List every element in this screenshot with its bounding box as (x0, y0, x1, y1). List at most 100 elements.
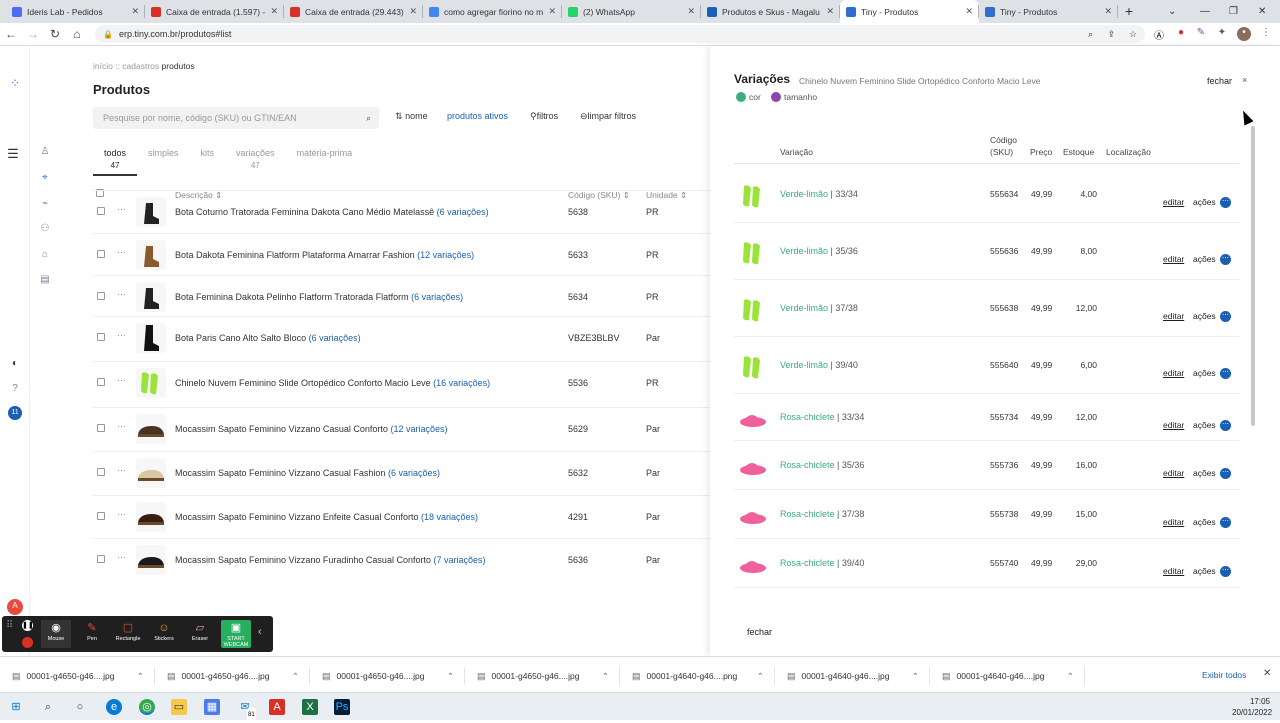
download-item[interactable]: ▤ 00001-g4650-g46....jpg ⌃ (465, 667, 620, 685)
download-item[interactable]: ▤ 00001-g4650-g46....jpg ⌃ (155, 667, 310, 685)
download-item[interactable]: ▤ 00001-g4650-g46....jpg ⌃ (0, 667, 155, 685)
row-menu-icon[interactable]: ⋯ (117, 247, 126, 258)
profile-avatar-icon[interactable]: • (1237, 27, 1251, 41)
product-name[interactable]: Bota Dakota Feminina Flatform Plataforma… (175, 250, 474, 260)
home-icon[interactable]: ⌂ (66, 27, 88, 41)
clear-filters-button[interactable]: ⊖limpar filtros (580, 111, 636, 122)
tab-variações[interactable]: variações 47 (225, 148, 286, 170)
row-menu-icon[interactable]: ⋯ (117, 289, 126, 300)
chevron-up-icon[interactable]: ⌃ (447, 671, 454, 682)
tab-close-icon[interactable]: ✕ (1104, 6, 1112, 17)
drag-handle-icon[interactable]: ⠿ (6, 620, 13, 631)
breadcrumb-inicio[interactable]: início (93, 61, 113, 71)
product-name[interactable]: Mocassim Sapato Feminino Vizzano Furadin… (175, 555, 486, 565)
actions-more-icon[interactable]: ⋯ (1220, 368, 1231, 379)
product-name[interactable]: Bota Feminina Dakota Pelinho Flatform Tr… (175, 292, 463, 302)
document-icon[interactable]: ▤ (38, 274, 52, 288)
recorder-tool-eraser[interactable]: ▱ Eraser (185, 620, 215, 648)
browser-tab[interactable]: Ideris Lab - Pedidos ✕ (6, 0, 145, 23)
close-window-icon[interactable]: ✕ (1258, 0, 1266, 23)
product-name[interactable]: Bota Paris Cano Alto Salto Bloco (6 vari… (175, 333, 361, 343)
tab-close-icon[interactable]: ✕ (270, 6, 278, 17)
chevron-up-icon[interactable]: ⌃ (1067, 671, 1074, 682)
new-tab-button[interactable]: + (1118, 0, 1140, 23)
minimize-icon[interactable]: — (1200, 0, 1210, 23)
actions-more-icon[interactable]: ⋯ (1220, 254, 1231, 265)
collapse-toolbar-icon[interactable]: ‹ (258, 626, 262, 638)
chevron-up-icon[interactable]: ⌃ (602, 671, 609, 682)
pdf-reader-icon[interactable]: A (269, 699, 285, 715)
tab-close-icon[interactable]: ✕ (409, 6, 417, 17)
row-menu-icon[interactable]: ⋯ (117, 375, 126, 386)
photoshop-icon[interactable]: Ps (334, 699, 350, 715)
edit-link[interactable]: editar (1163, 420, 1184, 430)
variations-link[interactable]: (6 variações) (411, 292, 463, 302)
actions-more-icon[interactable]: ⋯ (1220, 311, 1231, 322)
actions-label[interactable]: ações (1193, 420, 1216, 430)
product-row[interactable]: ⋯ Bota Feminina Dakota Pelinho Flatform T… (93, 275, 710, 317)
extension-a-icon[interactable]: Ⓐ (1152, 27, 1166, 42)
browser-tab[interactable]: Caixa de entrada (29.443) ✕ (284, 0, 423, 23)
edge-icon[interactable]: e (106, 699, 122, 715)
close-icon[interactable]: × (1242, 75, 1247, 85)
chrome-icon[interactable]: ◎ (139, 699, 155, 715)
variations-link[interactable]: (6 variações) (388, 468, 440, 478)
product-name[interactable]: Mocassim Sapato Feminino Vizzano Casual … (175, 424, 447, 434)
contrast-icon[interactable]: ◐ (8, 358, 22, 372)
tab-matéria-prima[interactable]: matéria-prima (286, 148, 364, 170)
edit-link[interactable]: editar (1163, 368, 1184, 378)
product-row[interactable]: ⋯ Mocassim Sapato Feminino Vizzano Furadi… (93, 538, 710, 580)
reload-icon[interactable]: ↻ (44, 27, 66, 41)
variation-name[interactable]: Rosa-chiclete | 39/40 (780, 558, 864, 568)
stop-record-icon[interactable] (22, 637, 33, 648)
download-item[interactable]: ▤ 00001-g4650-g46....jpg ⌃ (310, 667, 465, 685)
row-checkbox[interactable] (97, 424, 105, 432)
apps-grid-icon[interactable]: ⁘ (8, 76, 22, 90)
product-name[interactable]: Bota Coturno Tratorada Feminina Dakota C… (175, 207, 489, 217)
product-row[interactable]: ⋯ Mocassim Sapato Feminino Vizzano Casual… (93, 451, 710, 493)
edit-link[interactable]: editar (1163, 566, 1184, 576)
taskbar-search-icon[interactable]: ⌕ (40, 699, 56, 715)
row-checkbox[interactable] (97, 512, 105, 520)
actions-more-icon[interactable]: ⋯ (1220, 468, 1231, 479)
tab-kits[interactable]: kits (190, 148, 226, 170)
breadcrumb-cadastros[interactable]: cadastros (122, 61, 159, 71)
actions-label[interactable]: ações (1193, 311, 1216, 321)
chevron-up-icon[interactable]: ⌃ (757, 671, 764, 682)
sort-button[interactable]: ⇅ nome (395, 111, 428, 122)
variation-name[interactable]: Rosa-chiclete | 35/36 (780, 460, 864, 470)
browser-tab[interactable]: como agregar fiorino no m ✕ (423, 0, 562, 23)
actions-more-icon[interactable]: ⋯ (1220, 420, 1231, 431)
store-icon[interactable]: ⌂ (38, 249, 52, 263)
browser-tab[interactable]: Produtos e Skus - Magalu ✕ (701, 0, 840, 23)
product-row[interactable]: ⋯ Mocassim Sapato Feminino Vizzano Enfeit… (93, 495, 710, 537)
tab-close-icon[interactable]: ✕ (687, 6, 695, 17)
edit-link[interactable]: editar (1163, 468, 1184, 478)
forward-icon[interactable]: → (22, 27, 44, 41)
edit-link[interactable]: editar (1163, 197, 1184, 207)
recorder-tool-start-webcam[interactable]: ▣ START WEBCAM (221, 620, 251, 648)
variation-name[interactable]: Rosa-chiclete | 33/34 (780, 412, 864, 422)
edit-link[interactable]: editar (1163, 254, 1184, 264)
product-row[interactable]: ⋯ Bota Coturno Tratorada Feminina Dakota … (93, 190, 710, 232)
back-icon[interactable]: ← (0, 27, 22, 41)
browser-tab[interactable]: Tiny - Produtos ✕ (979, 0, 1118, 23)
row-menu-icon[interactable]: ⋯ (117, 509, 126, 520)
browser-menu-icon[interactable]: ⋮ (1259, 27, 1273, 41)
row-checkbox[interactable] (97, 378, 105, 386)
product-row[interactable]: ⋯ Bota Dakota Feminina Flatform Plataform… (93, 233, 710, 275)
footer-close-button[interactable]: fechar (747, 627, 772, 637)
product-name[interactable]: Mocassim Sapato Feminino Vizzano Enfeite… (175, 512, 478, 522)
bookmark-star-icon[interactable]: ☆ (1129, 29, 1137, 40)
excel-icon[interactable]: X (302, 699, 318, 715)
actions-more-icon[interactable]: ⋯ (1220, 517, 1231, 528)
menu-hamburger-icon[interactable]: ☰ (6, 146, 20, 161)
tab-search-icon[interactable]: ⌄ (1168, 0, 1176, 23)
actions-label[interactable]: ações (1193, 254, 1216, 264)
actions-more-icon[interactable]: ⋯ (1220, 197, 1231, 208)
variation-name[interactable]: Rosa-chiclete | 37/38 (780, 509, 864, 519)
extension-red-icon[interactable]: ● (1174, 27, 1188, 41)
show-all-downloads[interactable]: Exibir todos (1202, 670, 1246, 680)
variation-name[interactable]: Verde-limão | 33/34 (780, 189, 858, 199)
product-name[interactable]: Chinelo Nuvem Feminino Slide Ortopédico … (175, 378, 490, 388)
